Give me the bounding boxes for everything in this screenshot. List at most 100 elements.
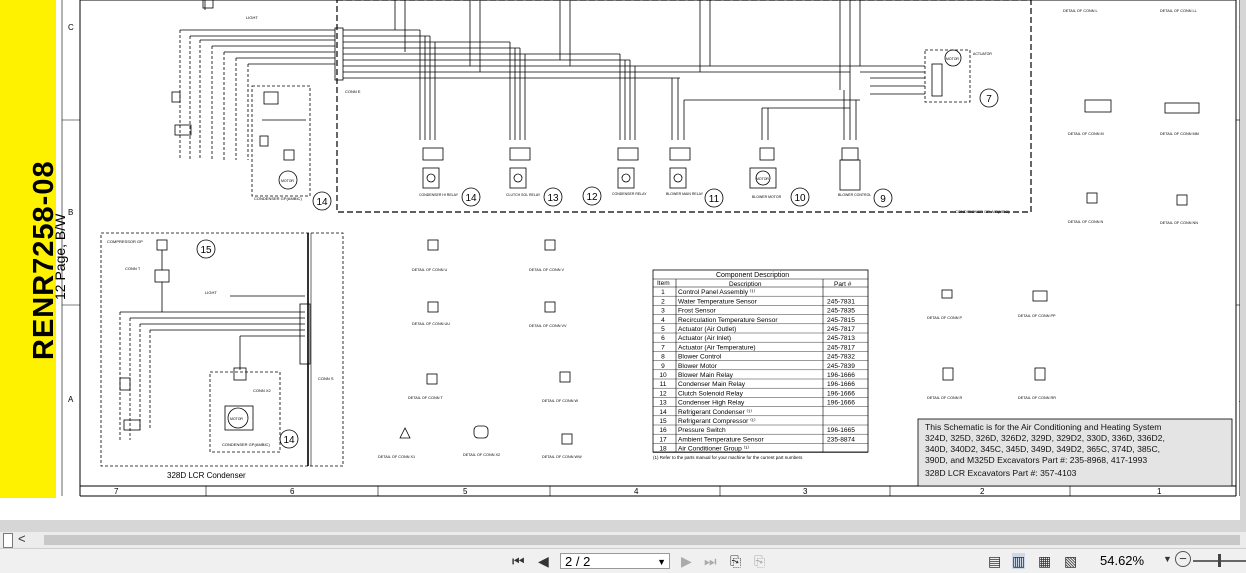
callout-12: 13 — [547, 193, 559, 204]
label-conn-e: CONN E — [345, 89, 361, 94]
callout-8: 9 — [880, 194, 886, 205]
label-conn-s: CONN S — [318, 376, 334, 381]
zoom-slider[interactable] — [1193, 554, 1246, 567]
note-line-2: 324D, 325D, 326D, 326D2, 329D, 329D2, 33… — [925, 433, 1165, 443]
grid-number-4: 4 — [634, 487, 639, 496]
label-condenser-gp-upper: CONDENSER GP(AMBIC) — [254, 196, 302, 201]
label-conditioner-gp: CONDITIONER GP-AIR(MBC) — [955, 209, 1010, 214]
label-control-8: BLOWER CONTROL — [838, 193, 871, 197]
table-cell: 16 — [659, 427, 667, 434]
back-view-icon[interactable]: ⎘ — [730, 553, 741, 569]
table-cell: 3 — [661, 308, 665, 315]
schematic-page: RENR7258-08 12 Page, B/W C B A C B A — [0, 0, 1240, 520]
label-motor-lcr: MOTOR — [230, 417, 243, 421]
table-cell: 196-1666 — [827, 372, 855, 379]
horizontal-scrollbar[interactable]: < — [0, 531, 1246, 548]
detail-conn-uu: DETAIL OF CONN UU — [412, 322, 450, 326]
table-cell: 17 — [659, 436, 667, 443]
grid-letter-b-right: B — [1239, 208, 1240, 217]
scroll-corner-box[interactable] — [3, 533, 13, 548]
table-cell: Actuator (Air Outlet) — [678, 326, 736, 333]
grid-letter-b: B — [68, 208, 73, 217]
grid-letter-a-right: A — [1239, 395, 1240, 404]
table-cell: Condenser High Relay — [678, 400, 745, 407]
label-condenser-gp-lcr: CONDENSER GP(AMBIC) — [222, 442, 270, 447]
label-actuator: ACTUATOR — [973, 52, 992, 56]
callout-9: 10 — [794, 193, 806, 204]
detail-conn-n: DETAIL OF CONN N — [1068, 220, 1103, 224]
component-table: Component Description Item Description P… — [652, 269, 869, 453]
label-relay-11: CONDENSER RELAY — [612, 192, 647, 196]
page-number-input[interactable]: 2 / 2 ▼ — [560, 553, 670, 569]
label-motor-blower: MOTOR — [756, 177, 769, 181]
table-cell: 196-1666 — [827, 390, 855, 397]
grid-number-2: 2 — [980, 487, 985, 496]
table-cell: 8 — [661, 354, 665, 361]
label-relay-12: CLUTCH SOL RELAY — [506, 193, 541, 197]
table-cell: 6 — [661, 335, 665, 342]
grid-number-6: 6 — [290, 487, 295, 496]
table-cell: 11 — [660, 381, 667, 388]
first-page-icon[interactable]: ⏮ — [512, 553, 525, 569]
scroll-left-arrow-icon[interactable]: < — [18, 531, 26, 546]
detail-conn-nn: DETAIL OF CONN NN — [1160, 221, 1198, 225]
table-cell: 196-1666 — [827, 381, 855, 388]
detail-conn-r: DETAIL OF CONN R — [927, 396, 962, 400]
grid-letter-c: C — [68, 23, 74, 32]
detail-conn-ww: DETAIL OF CONN WW — [542, 455, 582, 459]
component-table-title: Component Description — [716, 272, 789, 279]
table-cell: Actuator (Air Inlet) — [678, 335, 731, 342]
next-page-icon[interactable]: ▶ — [681, 553, 692, 569]
detail-conn-l: DETAIL OF CONN L — [1063, 9, 1098, 13]
callout-13: 14 — [465, 193, 477, 204]
table-cell: Blower Main Relay — [678, 372, 734, 379]
label-motor-condenser-upper: MOTOR — [281, 179, 294, 183]
table-cell: Recirculation Temperature Sensor — [678, 317, 778, 324]
table-cell: 196-1665 — [827, 427, 855, 434]
table-cell: Ambient Temperature Sensor — [678, 436, 764, 443]
header-part: Part # — [834, 281, 852, 288]
table-cell: 245-7832 — [827, 354, 855, 361]
label-relay-13: CONDENSER HI RELAY — [419, 193, 459, 197]
label-light-upper: LIGHT — [246, 15, 258, 20]
zoom-slider-knob[interactable] — [1218, 554, 1221, 567]
table-cell: 12 — [659, 390, 667, 397]
table-cell: 196-1666 — [827, 400, 855, 407]
callout-14-lower: 14 — [283, 435, 295, 446]
table-cell: 14 — [659, 409, 667, 416]
table-cell: Frost Sensor — [678, 308, 717, 315]
label-light-lcr: LIGHT — [205, 290, 217, 295]
zoom-level[interactable]: 54.62% — [1100, 553, 1144, 568]
table-cell: 13 — [659, 400, 667, 407]
continuous-view-icon[interactable]: ▥ — [1012, 553, 1026, 569]
table-cell: 245-7817 — [827, 344, 855, 351]
zoom-out-icon[interactable]: − — [1175, 551, 1191, 567]
two-page-continuous-icon[interactable]: ▧ — [1064, 553, 1077, 569]
label-relay-10: BLOWER MAIN RELAY — [666, 192, 704, 196]
document-viewport: RENR7258-08 12 Page, B/W C B A C B A — [0, 0, 1246, 532]
table-cell: Clutch Solenoid Relay — [678, 390, 744, 397]
table-cell: Blower Motor — [678, 363, 718, 370]
table-cell: Actuator (Air Temperature) — [678, 344, 756, 351]
table-cell: 245-7817 — [827, 326, 855, 333]
zoom-dropdown-icon[interactable]: ▼ — [1163, 554, 1172, 564]
two-page-view-icon[interactable]: ▦ — [1038, 553, 1051, 569]
wiring-schematic: C B A C B A 7 6 5 4 3 2 1 — [61, 0, 1240, 497]
single-page-view-icon[interactable]: ▤ — [988, 553, 1001, 569]
detail-conn-m: DETAIL OF CONN M — [1068, 132, 1104, 136]
label-compressor-gp: COMPRESSOR GP — [107, 239, 143, 244]
label-motor-actuator: MOTOR — [946, 57, 959, 61]
viewer-toolbar: ⏮ ◀ 2 / 2 ▼ ▶ ⏭ ⎘ ⎘ ▤ ▥ ▦ ▧ 54.62% ▼ − — [0, 548, 1246, 573]
grid-number-3: 3 — [803, 487, 808, 496]
scroll-thumb[interactable] — [44, 535, 1240, 545]
callout-10: 11 — [709, 194, 720, 205]
detail-conn-rr: DETAIL OF CONN RR — [1018, 396, 1056, 400]
page-dropdown-icon[interactable]: ▼ — [657, 554, 666, 570]
table-cell: 18 — [659, 446, 667, 453]
last-page-icon[interactable]: ⏭ — [704, 553, 717, 569]
forward-view-icon[interactable]: ⎘ — [754, 553, 765, 569]
detail-conn-x1: DETAIL OF CONN X1 — [378, 455, 415, 459]
callout-15: 15 — [200, 245, 212, 256]
previous-page-icon[interactable]: ◀ — [538, 553, 549, 569]
table-cell: Air Conditioner Group ⁽¹⁾ — [678, 445, 749, 453]
